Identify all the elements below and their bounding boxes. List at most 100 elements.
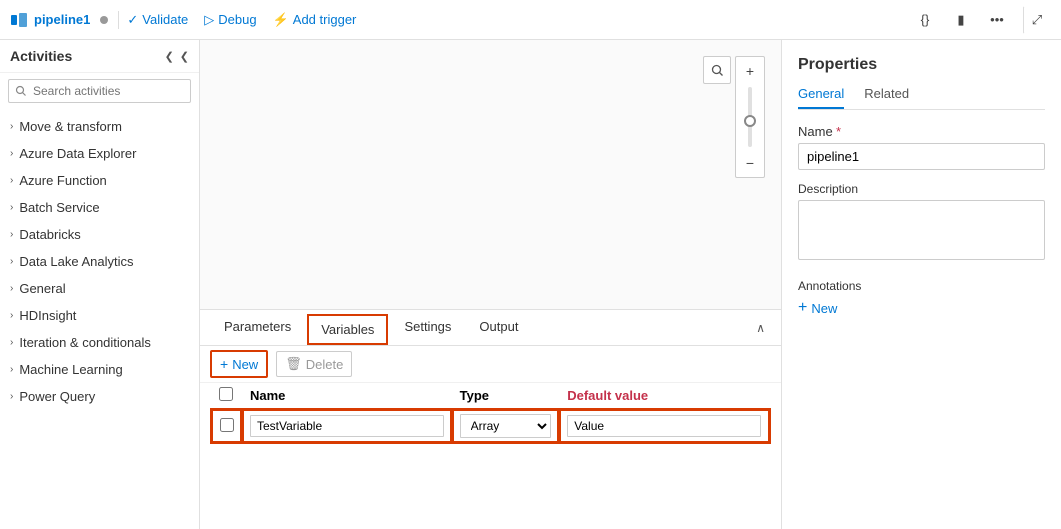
- tab-parameters[interactable]: Parameters: [210, 311, 305, 344]
- row-checkbox[interactable]: [220, 418, 234, 432]
- table-row: Array String Boolean: [211, 409, 770, 443]
- sidebar-item-iteration-conditionals[interactable]: › Iteration & conditionals: [0, 329, 199, 356]
- canvas-main[interactable]: + −: [200, 40, 781, 309]
- sidebar-search: [0, 73, 199, 109]
- debug-action[interactable]: ▷ Debug: [204, 12, 256, 28]
- description-label: Description: [798, 182, 1045, 196]
- top-bar-actions: ✓ Validate ▷ Debug ⚡ Add trigger: [127, 12, 903, 28]
- sidebar-item-label: Power Query: [19, 389, 95, 404]
- tab-general[interactable]: General: [798, 86, 844, 109]
- variable-name-input[interactable]: [250, 415, 444, 437]
- new-label: New: [232, 357, 258, 372]
- delete-variable-button[interactable]: 🗑 Delete: [276, 351, 352, 377]
- main-layout: Activities ❮ ❮ › Move & transform › Azur…: [0, 40, 1061, 529]
- sidebar-item-move-transform[interactable]: › Move & transform: [0, 113, 199, 140]
- tab-parameters-label: Parameters: [224, 319, 291, 334]
- sidebar-item-power-query[interactable]: › Power Query: [0, 383, 199, 410]
- sidebar-title: Activities: [10, 48, 72, 64]
- sidebar-item-label: Batch Service: [19, 200, 99, 215]
- delete-icon: 🗑: [285, 356, 302, 372]
- expand-icon-btn[interactable]: ⤢: [1023, 6, 1051, 34]
- canvas-search-btn[interactable]: [703, 56, 731, 84]
- tab-output[interactable]: Output: [465, 311, 532, 344]
- col-name: Name: [242, 383, 452, 409]
- canvas-area: + − Parameters Variables Settings: [200, 40, 781, 529]
- sidebar-item-label: General: [19, 281, 65, 296]
- pipeline-description-textarea[interactable]: [798, 200, 1045, 260]
- collapse-left-icon[interactable]: ❮: [165, 50, 174, 63]
- chevron-right-icon: ›: [10, 229, 13, 240]
- sidebar-item-label: Move & transform: [19, 119, 122, 134]
- row-default-cell: [559, 409, 770, 443]
- row-name-cell: [242, 409, 452, 443]
- pipeline-icon: [10, 11, 28, 29]
- sidebar-item-azure-data-explorer[interactable]: › Azure Data Explorer: [0, 140, 199, 167]
- variable-type-select[interactable]: Array String Boolean: [460, 414, 552, 438]
- top-bar: pipeline1 ✓ Validate ▷ Debug ⚡ Add trigg…: [0, 0, 1061, 40]
- tab-variables[interactable]: Variables: [307, 314, 388, 345]
- top-bar-right: {} ▮ ••• ⤢: [911, 6, 1051, 34]
- sidebar-item-azure-function[interactable]: › Azure Function: [0, 167, 199, 194]
- pipeline-name-input[interactable]: [798, 143, 1045, 170]
- sidebar-item-batch-service[interactable]: › Batch Service: [0, 194, 199, 221]
- add-trigger-action[interactable]: ⚡ Add trigger: [273, 12, 357, 28]
- chevron-right-icon: ›: [10, 391, 13, 402]
- validate-action[interactable]: ✓ Validate: [127, 12, 188, 28]
- debug-label: Debug: [218, 12, 256, 27]
- sidebar-item-machine-learning[interactable]: › Machine Learning: [0, 356, 199, 383]
- row-type-cell: Array String Boolean: [452, 409, 560, 443]
- sidebar-item-hdinsight[interactable]: › HDInsight: [0, 302, 199, 329]
- annotations-section: Annotations + New: [798, 279, 1045, 317]
- zoom-in-button[interactable]: +: [736, 57, 764, 85]
- annotations-new-label: New: [811, 301, 837, 316]
- name-label: Name *: [798, 124, 1045, 139]
- chevron-right-icon: ›: [10, 121, 13, 132]
- code-icon: {}: [921, 12, 930, 27]
- collapse-icon[interactable]: ❮: [180, 50, 189, 63]
- add-trigger-icon: ⚡: [273, 12, 289, 28]
- sidebar-item-databricks[interactable]: › Databricks: [0, 221, 199, 248]
- description-field-group: Description: [798, 182, 1045, 275]
- monitor-icon: ▮: [957, 12, 964, 28]
- search-icon: [711, 64, 724, 77]
- new-variable-button[interactable]: + New: [210, 350, 268, 378]
- select-all-checkbox[interactable]: [219, 387, 233, 401]
- tab-variables-label: Variables: [321, 322, 374, 337]
- monitor-icon-btn[interactable]: ▮: [947, 6, 975, 34]
- sidebar-item-data-lake-analytics[interactable]: › Data Lake Analytics: [0, 248, 199, 275]
- tab-related[interactable]: Related: [864, 86, 909, 109]
- more-icon-btn[interactable]: •••: [983, 6, 1011, 34]
- chevron-right-icon: ›: [10, 175, 13, 186]
- search-input[interactable]: [8, 79, 191, 103]
- tab-output-label: Output: [479, 319, 518, 334]
- tab-related-label: Related: [864, 86, 909, 101]
- bottom-panel: Parameters Variables Settings Output ∧ +…: [200, 309, 781, 529]
- pipeline-logo: pipeline1: [10, 11, 119, 29]
- chevron-right-icon: ›: [10, 283, 13, 294]
- required-indicator: *: [836, 124, 841, 139]
- chevron-right-icon: ›: [10, 310, 13, 321]
- sidebar-item-label: Machine Learning: [19, 362, 122, 377]
- annotations-new-button[interactable]: + New: [798, 299, 1045, 317]
- code-icon-btn[interactable]: {}: [911, 6, 939, 34]
- sidebar-items: › Move & transform › Azure Data Explorer…: [0, 109, 199, 529]
- delete-label: Delete: [306, 357, 344, 372]
- zoom-slider-thumb[interactable]: [744, 115, 756, 127]
- zoom-slider-track: [748, 87, 752, 147]
- properties-title: Properties: [798, 56, 1045, 74]
- variables-table: Name Type Default value: [200, 383, 781, 529]
- tab-settings[interactable]: Settings: [390, 311, 465, 344]
- chevron-right-icon: ›: [10, 148, 13, 159]
- col-checkbox: [211, 383, 242, 409]
- chevron-right-icon: ›: [10, 256, 13, 267]
- panel-collapse-button[interactable]: ∧: [750, 317, 771, 339]
- plus-icon: +: [220, 356, 228, 372]
- pipeline-title: pipeline1: [34, 12, 90, 27]
- validate-label: Validate: [142, 12, 188, 27]
- sidebar-item-general[interactable]: › General: [0, 275, 199, 302]
- variable-default-input[interactable]: [567, 415, 761, 437]
- sidebar-item-label: Data Lake Analytics: [19, 254, 133, 269]
- zoom-out-button[interactable]: −: [736, 149, 764, 177]
- add-trigger-label: Add trigger: [293, 12, 357, 27]
- bottom-tabs: Parameters Variables Settings Output ∧: [200, 310, 781, 346]
